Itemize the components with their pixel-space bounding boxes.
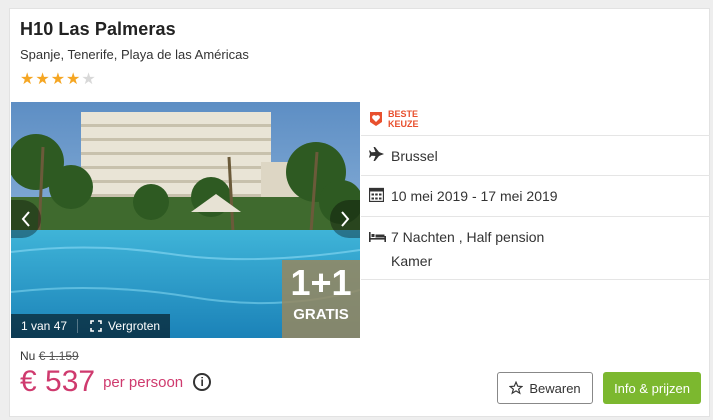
old-price-line: Nu € 1.159 (20, 349, 211, 363)
promo-badge-sub: GRATIS (293, 306, 349, 323)
calendar-icon (368, 187, 391, 205)
info-icon[interactable]: i (193, 373, 212, 391)
info-prices-label: Info & prijzen (614, 380, 690, 396)
badge-line2: KEUZE (388, 118, 419, 129)
dates-row: 10 mei 2019 - 17 mei 2019 (361, 176, 710, 217)
star-icon: ★ (66, 71, 82, 88)
beste-keuze-badge: BESTE KEUZE (369, 109, 419, 129)
star-icon: ★ (20, 71, 36, 88)
old-price: € 1.159 (38, 349, 79, 363)
photo-gallery[interactable]: 1 van 47 Vergroten 1+1 GRATIS (11, 102, 360, 338)
stay-row: 7 Nachten , Half pension Kamer (361, 217, 710, 280)
hotel-title[interactable]: H10 Las Palmeras (20, 19, 249, 40)
hotel-card: H10 Las Palmeras Spanje, Tenerife, Playa… (9, 8, 710, 417)
gallery-next-button[interactable] (330, 200, 360, 238)
save-button[interactable]: Bewaren (497, 372, 593, 404)
photo-counter: 1 van 47 (21, 319, 68, 333)
price-block: Nu € 1.159 € 537 per persoon i (20, 349, 212, 399)
departure-airport: Brussel (391, 147, 438, 164)
promo-badge-main: 1+1 (290, 262, 352, 303)
star-icon: ★ (50, 71, 67, 88)
star-empty-icon: ★ (81, 71, 97, 88)
heart-badge-icon (370, 111, 382, 126)
plane-icon (369, 146, 391, 165)
expand-icon (90, 320, 102, 332)
save-label: Bewaren (529, 380, 581, 396)
chevron-right-icon (341, 211, 350, 227)
stay-details: 7 Nachten , Half pension Kamer (391, 225, 544, 273)
departure-row: Brussel (361, 136, 710, 176)
star-rating: ★★★★★ (20, 69, 249, 89)
badge-line1: BESTE (388, 108, 419, 119)
star-icon: ★ (35, 71, 51, 88)
old-price-prefix: Nu (20, 349, 36, 363)
promo-badge: 1+1 GRATIS (282, 260, 360, 338)
nights-board: 7 Nachten , Half pension (391, 229, 545, 245)
zoom-label: Vergroten (108, 319, 161, 333)
beste-keuze-row: BESTE KEUZE (361, 102, 710, 136)
zoom-button[interactable]: Vergroten (77, 319, 160, 333)
chevron-left-icon (21, 211, 30, 227)
hotel-header: H10 Las Palmeras Spanje, Tenerife, Playa… (20, 19, 249, 89)
star-outline-icon (509, 381, 524, 395)
travel-dates: 10 mei 2019 - 17 mei 2019 (391, 188, 558, 204)
trip-details: BESTE KEUZE Brussel 10 mei 2019 - 17 mei … (361, 102, 710, 280)
gallery-counter-bar: 1 van 47 Vergroten (11, 314, 171, 338)
current-price: € 537 (20, 365, 96, 398)
room-type: Kamer (391, 253, 433, 269)
bed-icon (369, 230, 391, 246)
hotel-location: Spanje, Tenerife, Playa de las Américas (20, 47, 249, 62)
current-price-line: € 537 per persoon i (20, 365, 212, 399)
info-prices-button[interactable]: Info & prijzen (603, 372, 701, 404)
per-person-label: per persoon (103, 373, 184, 391)
